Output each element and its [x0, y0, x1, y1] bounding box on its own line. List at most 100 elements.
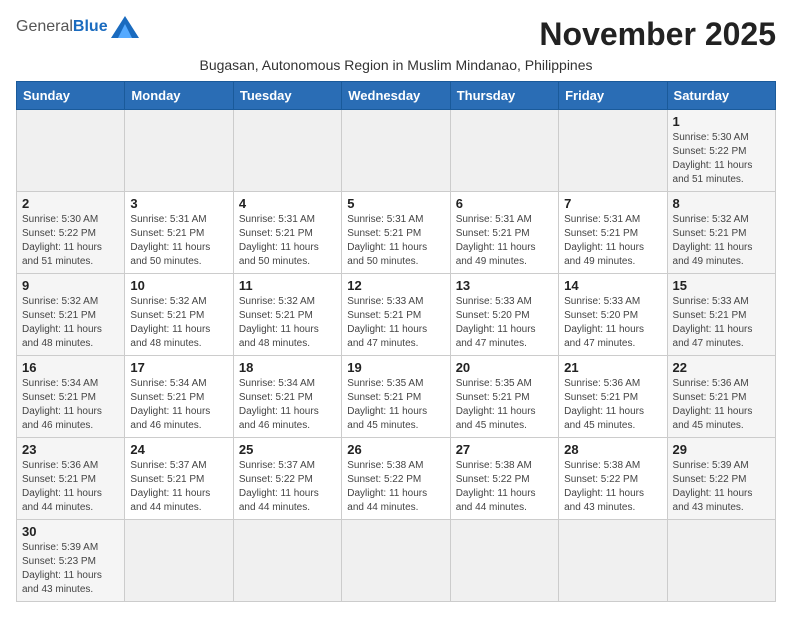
day-number: 22	[673, 360, 770, 375]
day-info: Sunrise: 5:39 AM Sunset: 5:22 PM Dayligh…	[673, 459, 770, 515]
calendar-day-21: 21Sunrise: 5:36 AM Sunset: 5:21 PM Dayli…	[559, 356, 667, 438]
day-number: 15	[673, 278, 770, 293]
day-number: 25	[239, 442, 336, 457]
calendar-week-row: 2 Sunrise: 5:30 AM Sunset: 5:22 PM Daylig…	[17, 192, 776, 274]
month-title: November 2025	[539, 16, 776, 53]
day-info: Sunrise: 5:30 AM Sunset: 5:22 PM Dayligh…	[673, 131, 770, 187]
calendar-day-8: 8 Sunrise: 5:32 AM Sunset: 5:21 PM Daylig…	[667, 192, 775, 274]
calendar-header-wednesday: Wednesday	[342, 82, 450, 110]
calendar-week-row: 30 Sunrise: 5:39 AM Sunset: 5:23 PM Dayli…	[17, 520, 776, 602]
day-info: Sunrise: 5:37 AM Sunset: 5:21 PM Dayligh…	[130, 459, 227, 515]
day-info: Sunrise: 5:35 AM Sunset: 5:21 PM Dayligh…	[347, 377, 444, 433]
calendar-day-26: 26 Sunrise: 5:38 AM Sunset: 5:22 PM Dayli…	[342, 438, 450, 520]
logo-general-text: General	[16, 18, 73, 36]
calendar-day-3: 3 Sunrise: 5:31 AM Sunset: 5:21 PM Daylig…	[125, 192, 233, 274]
calendar-header-tuesday: Tuesday	[233, 82, 341, 110]
day-number: 30	[22, 524, 119, 539]
day-number: 27	[456, 442, 553, 457]
day-info: Sunrise: 5:30 AM Sunset: 5:22 PM Dayligh…	[22, 213, 119, 269]
day-info: Sunrise: 5:31 AM Sunset: 5:21 PM Dayligh…	[347, 213, 444, 269]
day-number: 11	[239, 278, 336, 293]
calendar-day-10: 10 Sunrise: 5:32 AM Sunset: 5:21 PM Dayli…	[125, 274, 233, 356]
day-info: Sunrise: 5:34 AM Sunset: 5:21 PM Dayligh…	[239, 377, 336, 433]
calendar-day-1: 1 Sunrise: 5:30 AM Sunset: 5:22 PM Daylig…	[667, 110, 775, 192]
day-info: Sunrise: 5:31 AM Sunset: 5:21 PM Dayligh…	[239, 213, 336, 269]
calendar-day-2: 2 Sunrise: 5:30 AM Sunset: 5:22 PM Daylig…	[17, 192, 125, 274]
day-number: 7	[564, 196, 661, 211]
day-info: Sunrise: 5:31 AM Sunset: 5:21 PM Dayligh…	[130, 213, 227, 269]
day-info: Sunrise: 5:31 AM Sunset: 5:21 PM Dayligh…	[564, 213, 661, 269]
day-info: Sunrise: 5:32 AM Sunset: 5:21 PM Dayligh…	[239, 295, 336, 351]
day-info: Sunrise: 5:38 AM Sunset: 5:22 PM Dayligh…	[456, 459, 553, 515]
day-info: Sunrise: 5:33 AM Sunset: 5:20 PM Dayligh…	[456, 295, 553, 351]
day-info: Sunrise: 5:32 AM Sunset: 5:21 PM Dayligh…	[130, 295, 227, 351]
logo: General Blue	[16, 16, 139, 38]
calendar-week-row: 16Sunrise: 5:34 AM Sunset: 5:21 PM Dayli…	[17, 356, 776, 438]
calendar-day-20: 20Sunrise: 5:35 AM Sunset: 5:21 PM Dayli…	[450, 356, 558, 438]
calendar-empty-cell	[342, 520, 450, 602]
day-number: 5	[347, 196, 444, 211]
day-info: Sunrise: 5:33 AM Sunset: 5:21 PM Dayligh…	[673, 295, 770, 351]
calendar-empty-cell	[450, 520, 558, 602]
day-info: Sunrise: 5:39 AM Sunset: 5:23 PM Dayligh…	[22, 541, 119, 597]
day-info: Sunrise: 5:31 AM Sunset: 5:21 PM Dayligh…	[456, 213, 553, 269]
day-number: 29	[673, 442, 770, 457]
calendar-day-22: 22 Sunrise: 5:36 AM Sunset: 5:21 PM Dayli…	[667, 356, 775, 438]
day-number: 21	[564, 360, 661, 375]
header: General Blue November 2025	[16, 16, 776, 53]
calendar-day-6: 6Sunrise: 5:31 AM Sunset: 5:21 PM Daylig…	[450, 192, 558, 274]
day-number: 13	[456, 278, 553, 293]
day-number: 8	[673, 196, 770, 211]
calendar-header-saturday: Saturday	[667, 82, 775, 110]
calendar-day-17: 17Sunrise: 5:34 AM Sunset: 5:21 PM Dayli…	[125, 356, 233, 438]
day-number: 9	[22, 278, 119, 293]
day-info: Sunrise: 5:34 AM Sunset: 5:21 PM Dayligh…	[22, 377, 119, 433]
calendar-empty-cell	[17, 110, 125, 192]
calendar-day-4: 4 Sunrise: 5:31 AM Sunset: 5:21 PM Daylig…	[233, 192, 341, 274]
day-number: 1	[673, 114, 770, 129]
day-info: Sunrise: 5:33 AM Sunset: 5:21 PM Dayligh…	[347, 295, 444, 351]
calendar-empty-cell	[450, 110, 558, 192]
calendar-day-16: 16Sunrise: 5:34 AM Sunset: 5:21 PM Dayli…	[17, 356, 125, 438]
logo-icon	[111, 16, 139, 38]
day-info: Sunrise: 5:36 AM Sunset: 5:21 PM Dayligh…	[673, 377, 770, 433]
calendar-day-12: 12 Sunrise: 5:33 AM Sunset: 5:21 PM Dayli…	[342, 274, 450, 356]
logo-blue-text: Blue	[73, 18, 108, 36]
calendar-week-row: 1 Sunrise: 5:30 AM Sunset: 5:22 PM Daylig…	[17, 110, 776, 192]
day-info: Sunrise: 5:38 AM Sunset: 5:22 PM Dayligh…	[347, 459, 444, 515]
day-number: 26	[347, 442, 444, 457]
day-number: 28	[564, 442, 661, 457]
day-number: 4	[239, 196, 336, 211]
calendar-empty-cell	[233, 110, 341, 192]
calendar-day-24: 24Sunrise: 5:37 AM Sunset: 5:21 PM Dayli…	[125, 438, 233, 520]
calendar-day-28: 28 Sunrise: 5:38 AM Sunset: 5:22 PM Dayli…	[559, 438, 667, 520]
day-number: 2	[22, 196, 119, 211]
calendar-day-29: 29 Sunrise: 5:39 AM Sunset: 5:22 PM Dayli…	[667, 438, 775, 520]
calendar-empty-cell	[559, 110, 667, 192]
calendar-header-monday: Monday	[125, 82, 233, 110]
day-number: 14	[564, 278, 661, 293]
calendar-day-13: 13 Sunrise: 5:33 AM Sunset: 5:20 PM Dayli…	[450, 274, 558, 356]
calendar-header-sunday: Sunday	[17, 82, 125, 110]
day-number: 3	[130, 196, 227, 211]
calendar-header-thursday: Thursday	[450, 82, 558, 110]
calendar-day-7: 7 Sunrise: 5:31 AM Sunset: 5:21 PM Daylig…	[559, 192, 667, 274]
calendar-day-14: 14Sunrise: 5:33 AM Sunset: 5:20 PM Dayli…	[559, 274, 667, 356]
calendar-empty-cell	[342, 110, 450, 192]
day-info: Sunrise: 5:38 AM Sunset: 5:22 PM Dayligh…	[564, 459, 661, 515]
calendar-empty-cell	[125, 520, 233, 602]
day-info: Sunrise: 5:34 AM Sunset: 5:21 PM Dayligh…	[130, 377, 227, 433]
day-number: 20	[456, 360, 553, 375]
day-number: 12	[347, 278, 444, 293]
day-info: Sunrise: 5:32 AM Sunset: 5:21 PM Dayligh…	[673, 213, 770, 269]
day-number: 23	[22, 442, 119, 457]
calendar-day-18: 18Sunrise: 5:34 AM Sunset: 5:21 PM Dayli…	[233, 356, 341, 438]
calendar-day-25: 25Sunrise: 5:37 AM Sunset: 5:22 PM Dayli…	[233, 438, 341, 520]
subtitle: Bugasan, Autonomous Region in Muslim Min…	[16, 57, 776, 73]
calendar-empty-cell	[233, 520, 341, 602]
day-number: 10	[130, 278, 227, 293]
calendar-day-27: 27 Sunrise: 5:38 AM Sunset: 5:22 PM Dayli…	[450, 438, 558, 520]
calendar-table: SundayMondayTuesdayWednesdayThursdayFrid…	[16, 81, 776, 602]
calendar-empty-cell	[559, 520, 667, 602]
calendar-day-15: 15 Sunrise: 5:33 AM Sunset: 5:21 PM Dayli…	[667, 274, 775, 356]
